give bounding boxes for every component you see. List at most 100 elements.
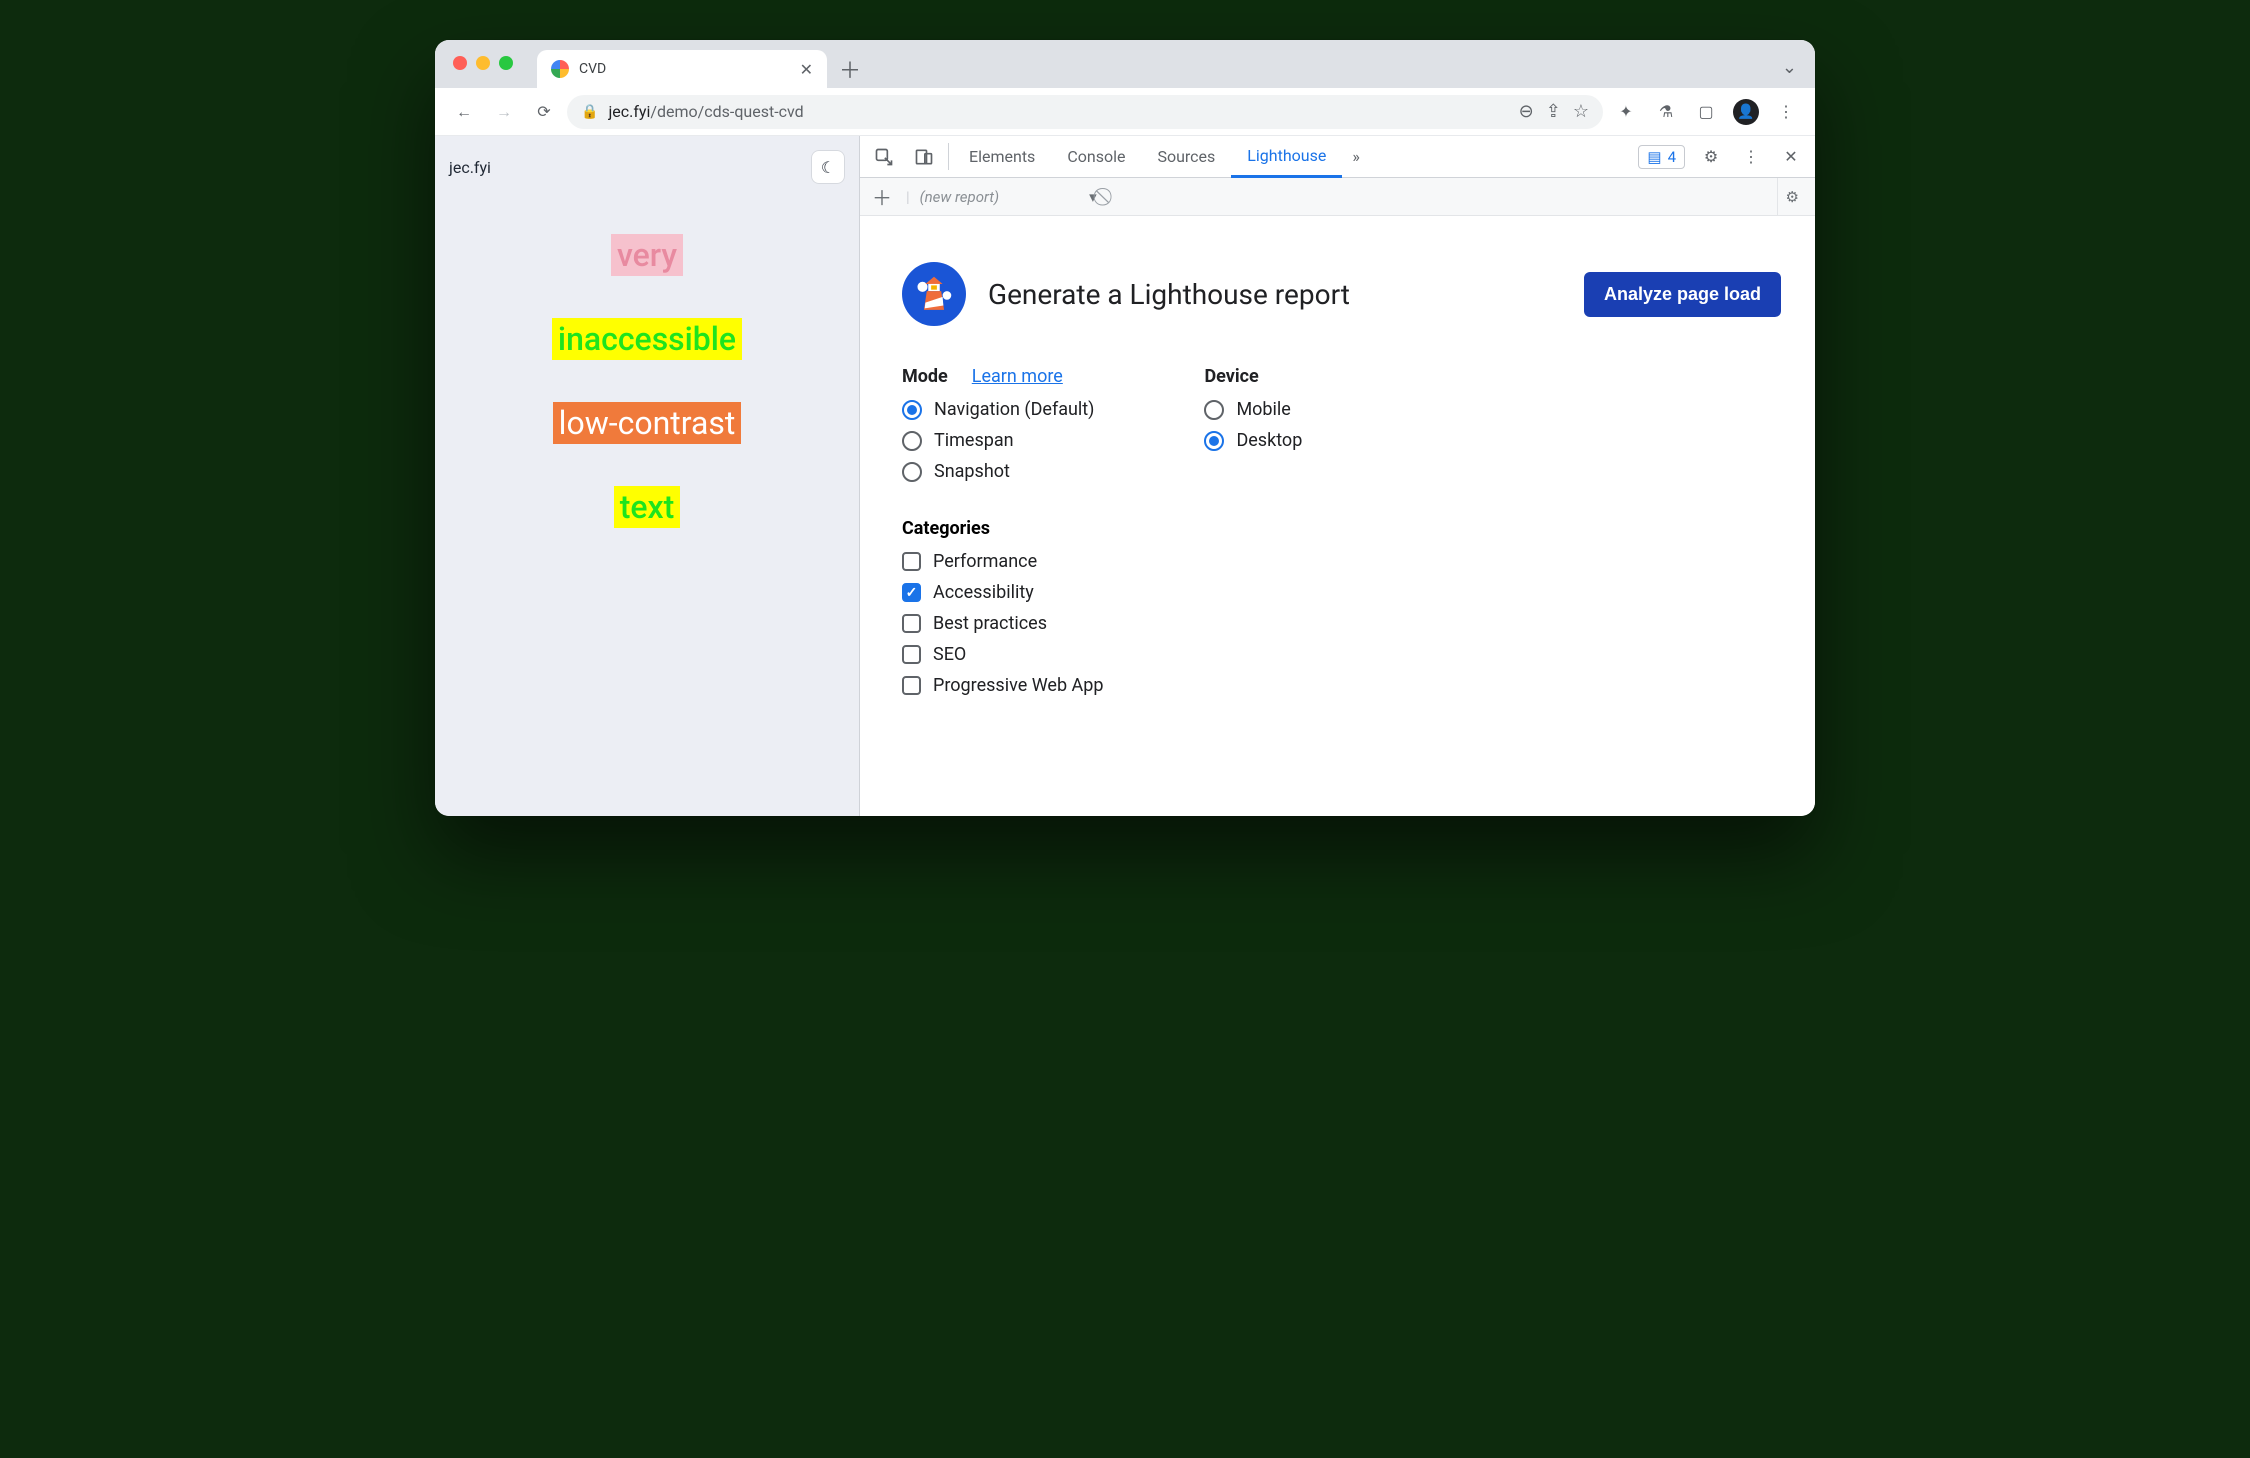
window-controls bbox=[453, 56, 513, 70]
cat-performance-option[interactable]: Performance bbox=[902, 551, 1781, 572]
bookmark-icon[interactable]: ☆ bbox=[1573, 101, 1589, 122]
back-button[interactable]: ← bbox=[447, 95, 481, 129]
device-options: Mobile Desktop bbox=[1204, 399, 1302, 451]
moon-icon: ☾ bbox=[821, 158, 835, 177]
issues-button[interactable]: ▤ 4 bbox=[1638, 145, 1685, 169]
device-mobile-label: Mobile bbox=[1236, 399, 1290, 420]
word-very: very bbox=[611, 234, 683, 276]
url-host: jec.fyi bbox=[608, 102, 650, 121]
browser-tab[interactable]: CVD ✕ bbox=[537, 50, 827, 88]
devtools-menu-button[interactable]: ⋮ bbox=[1731, 147, 1771, 166]
radio-checked-icon bbox=[1204, 431, 1224, 451]
cat-best-practices-option[interactable]: Best practices bbox=[902, 613, 1781, 634]
omnibox-actions: ⊖ ⇪ ☆ bbox=[1519, 101, 1589, 122]
favicon-icon bbox=[551, 60, 569, 78]
devtools-settings-button[interactable]: ⚙ bbox=[1691, 147, 1731, 166]
tab-lighthouse[interactable]: Lighthouse bbox=[1231, 136, 1342, 178]
device-mobile-option[interactable]: Mobile bbox=[1204, 399, 1302, 420]
tab-title: CVD bbox=[579, 61, 606, 77]
profile-button[interactable]: 👤 bbox=[1729, 95, 1763, 129]
checkbox-icon bbox=[902, 645, 921, 664]
url-path: /demo/cds-quest-cvd bbox=[650, 102, 803, 121]
mode-snapshot-label: Snapshot bbox=[934, 461, 1010, 482]
extensions-icon[interactable]: ✦ bbox=[1609, 95, 1643, 129]
divider bbox=[948, 143, 949, 170]
more-tabs-button[interactable]: » bbox=[1342, 136, 1370, 177]
zoom-icon[interactable]: ⊖ bbox=[1519, 101, 1534, 122]
lighthouse-title: Generate a Lighthouse report bbox=[988, 278, 1350, 311]
tab-sources[interactable]: Sources bbox=[1141, 136, 1231, 177]
sidepanel-icon[interactable]: ▢ bbox=[1689, 95, 1723, 129]
tabs-dropdown-button[interactable]: ⌄ bbox=[1782, 57, 1797, 78]
devtools-close-button[interactable]: ✕ bbox=[1771, 147, 1811, 166]
cat-pwa-option[interactable]: Progressive Web App bbox=[902, 675, 1781, 696]
address-bar[interactable]: 🔒 jec.fyi/demo/cds-quest-cvd ⊖ ⇪ ☆ bbox=[567, 95, 1603, 129]
url-text: jec.fyi/demo/cds-quest-cvd bbox=[608, 102, 803, 121]
radio-icon bbox=[1204, 400, 1224, 420]
devtools-tabbar: Elements Console Sources Lighthouse » ▤ … bbox=[860, 136, 1815, 178]
close-tab-button[interactable]: ✕ bbox=[800, 60, 813, 79]
browser-window: CVD ✕ ＋ ⌄ ← → ⟳ 🔒 jec.fyi/demo/cds-quest… bbox=[435, 40, 1815, 816]
report-dropdown[interactable]: (new report) ▾ bbox=[920, 188, 1097, 206]
forward-button: → bbox=[487, 95, 521, 129]
mode-timespan-option[interactable]: Timespan bbox=[902, 430, 1094, 451]
analyze-page-load-button[interactable]: Analyze page load bbox=[1584, 272, 1781, 317]
radio-icon bbox=[902, 462, 922, 482]
checkbox-icon bbox=[902, 614, 921, 633]
chevron-down-icon: ▾ bbox=[1089, 188, 1097, 206]
inspect-element-button[interactable] bbox=[864, 136, 904, 177]
checkbox-icon bbox=[902, 552, 921, 571]
avatar-icon: 👤 bbox=[1733, 99, 1759, 125]
chat-icon: ▤ bbox=[1647, 148, 1661, 166]
cat-seo-option[interactable]: SEO bbox=[902, 644, 1781, 665]
categories-heading: Categories bbox=[902, 518, 1781, 539]
content-area: jec.fyi ☾ very inaccessible low-contrast… bbox=[435, 136, 1815, 816]
minimize-window-button[interactable] bbox=[476, 56, 490, 70]
mode-timespan-label: Timespan bbox=[934, 430, 1014, 451]
device-desktop-option[interactable]: Desktop bbox=[1204, 430, 1302, 451]
cat-accessibility-label: Accessibility bbox=[933, 582, 1034, 603]
browser-toolbar: ← → ⟳ 🔒 jec.fyi/demo/cds-quest-cvd ⊖ ⇪ ☆… bbox=[435, 88, 1815, 136]
mode-column: Mode Learn more Navigation (Default) Tim… bbox=[902, 366, 1094, 482]
checkbox-icon bbox=[902, 676, 921, 695]
mode-heading: Mode bbox=[902, 366, 948, 387]
rendered-page: jec.fyi ☾ very inaccessible low-contrast… bbox=[435, 136, 860, 816]
devtools-panel: Elements Console Sources Lighthouse » ▤ … bbox=[860, 136, 1815, 816]
word-low-contrast: low-contrast bbox=[553, 402, 742, 444]
devtools-tabbar-right: ▤ 4 ⚙ ⋮ ✕ bbox=[1632, 136, 1811, 177]
lighthouse-hero: Generate a Lighthouse report Analyze pag… bbox=[902, 262, 1781, 326]
cat-performance-label: Performance bbox=[933, 551, 1037, 572]
close-window-button[interactable] bbox=[453, 56, 467, 70]
dark-mode-toggle[interactable]: ☾ bbox=[811, 150, 845, 184]
page-site-title: jec.fyi bbox=[449, 158, 491, 177]
device-toolbar-button[interactable] bbox=[904, 136, 944, 177]
cat-accessibility-option[interactable]: Accessibility bbox=[902, 582, 1781, 603]
mode-navigation-option[interactable]: Navigation (Default) bbox=[902, 399, 1094, 420]
share-icon[interactable]: ⇪ bbox=[1546, 101, 1561, 122]
reload-button[interactable]: ⟳ bbox=[527, 95, 561, 129]
new-tab-button[interactable]: ＋ bbox=[833, 52, 867, 86]
demo-words: very inaccessible low-contrast text bbox=[449, 234, 845, 528]
word-text: text bbox=[614, 486, 681, 528]
radio-checked-icon bbox=[902, 400, 922, 420]
labs-icon[interactable]: ⚗ bbox=[1649, 95, 1683, 129]
report-dropdown-label: (new report) bbox=[920, 188, 999, 206]
cat-seo-label: SEO bbox=[933, 644, 966, 665]
new-report-button[interactable]: ＋ bbox=[868, 182, 896, 211]
lighthouse-settings-button[interactable]: ⚙ bbox=[1777, 178, 1807, 215]
device-desktop-label: Desktop bbox=[1236, 430, 1302, 451]
learn-more-link[interactable]: Learn more bbox=[972, 366, 1063, 387]
lighthouse-toolbar: ＋ | (new report) ▾ ⃠ ⚙ bbox=[860, 178, 1815, 216]
device-column: Device Mobile Desktop bbox=[1204, 366, 1302, 482]
tab-elements[interactable]: Elements bbox=[953, 136, 1051, 177]
maximize-window-button[interactable] bbox=[499, 56, 513, 70]
tab-strip: CVD ✕ ＋ ⌄ bbox=[435, 40, 1815, 88]
radio-icon bbox=[902, 431, 922, 451]
lighthouse-options: Mode Learn more Navigation (Default) Tim… bbox=[902, 366, 1781, 482]
browser-menu-button[interactable]: ⋮ bbox=[1769, 95, 1803, 129]
mode-options: Navigation (Default) Timespan Snapshot bbox=[902, 399, 1094, 482]
word-inaccessible: inaccessible bbox=[552, 318, 742, 360]
mode-snapshot-option[interactable]: Snapshot bbox=[902, 461, 1094, 482]
lighthouse-body: Generate a Lighthouse report Analyze pag… bbox=[860, 216, 1815, 726]
tab-console[interactable]: Console bbox=[1051, 136, 1141, 177]
